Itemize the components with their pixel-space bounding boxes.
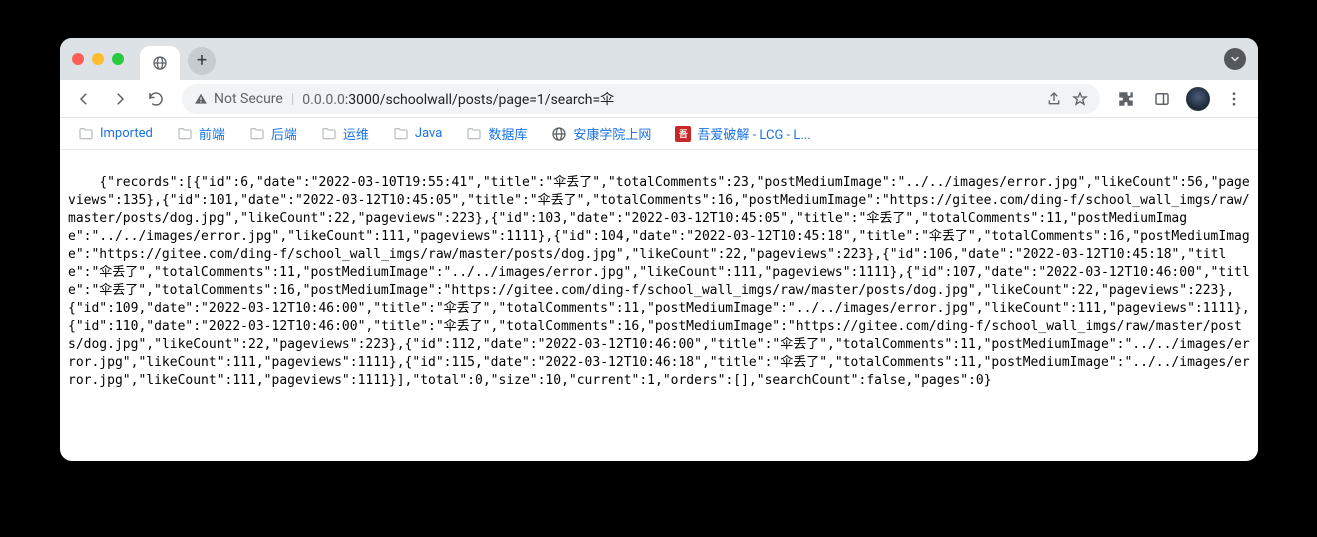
menu-button[interactable] bbox=[1218, 83, 1250, 115]
arrow-right-icon bbox=[111, 90, 129, 108]
security-indicator[interactable]: Not Secure bbox=[194, 91, 283, 107]
bookmark-label: 吾爱破解 - LCG - L... bbox=[697, 124, 810, 143]
reload-icon bbox=[147, 90, 165, 108]
bookmark-label: Imported bbox=[100, 126, 153, 141]
chevron-down-icon bbox=[1229, 53, 1241, 65]
side-panel-button[interactable] bbox=[1146, 83, 1178, 115]
folder-icon bbox=[393, 126, 409, 142]
bookmark-label: 前端 bbox=[199, 124, 225, 143]
folder-icon bbox=[321, 126, 337, 142]
bookmark-item[interactable]: 前端 bbox=[167, 120, 235, 147]
tab-strip: + bbox=[60, 38, 1258, 80]
folder-icon bbox=[466, 126, 482, 142]
not-secure-label: Not Secure bbox=[214, 91, 283, 107]
bookmark-label: 后端 bbox=[271, 124, 297, 143]
kebab-icon bbox=[1225, 90, 1243, 108]
address-bar[interactable]: Not Secure | 0.0.0.0:3000/schoolwall/pos… bbox=[182, 84, 1100, 114]
browser-toolbar: Not Secure | 0.0.0.0:3000/schoolwall/pos… bbox=[60, 80, 1258, 118]
bookmarks-bar: Imported前端后端运维Java数据库安康学院上网吾吾爱破解 - LCG -… bbox=[60, 118, 1258, 150]
plus-icon: + bbox=[197, 52, 207, 70]
bookmark-item[interactable]: Java bbox=[383, 122, 452, 146]
back-button[interactable] bbox=[68, 83, 100, 115]
window-minimize-button[interactable] bbox=[92, 53, 104, 65]
bookmark-label: 安康学院上网 bbox=[573, 124, 651, 143]
profile-button[interactable] bbox=[1182, 83, 1214, 115]
bookmark-item[interactable]: 吾吾爱破解 - LCG - L... bbox=[665, 120, 820, 147]
globe-icon bbox=[152, 55, 168, 71]
tab-search-button[interactable] bbox=[1224, 48, 1246, 70]
folder-icon bbox=[78, 126, 94, 142]
globe-icon bbox=[551, 126, 567, 142]
reload-button[interactable] bbox=[140, 83, 172, 115]
folder-icon bbox=[177, 126, 193, 142]
page-body: {"records":[{"id":6,"date":"2022-03-10T1… bbox=[60, 150, 1258, 461]
avatar-icon bbox=[1186, 87, 1210, 111]
json-response-text[interactable]: {"records":[{"id":6,"date":"2022-03-10T1… bbox=[68, 175, 1250, 388]
bookmark-item[interactable]: 后端 bbox=[239, 120, 307, 147]
bookmark-item[interactable]: 运维 bbox=[311, 120, 379, 147]
share-icon[interactable] bbox=[1046, 91, 1062, 107]
bookmark-item[interactable]: 安康学院上网 bbox=[541, 120, 661, 147]
star-icon[interactable] bbox=[1072, 91, 1088, 107]
bookmark-label: 数据库 bbox=[488, 124, 527, 143]
arrow-left-icon bbox=[75, 90, 93, 108]
new-tab-button[interactable]: + bbox=[188, 47, 216, 75]
window-close-button[interactable] bbox=[72, 53, 84, 65]
url-text: 0.0.0.0:3000/schoolwall/posts/page=1/sea… bbox=[302, 89, 1038, 109]
bookmark-item[interactable]: Imported bbox=[68, 122, 163, 146]
site-favicon: 吾 bbox=[675, 126, 691, 142]
bookmark-label: 运维 bbox=[343, 124, 369, 143]
folder-icon bbox=[249, 126, 265, 142]
window-zoom-button[interactable] bbox=[112, 53, 124, 65]
panel-icon bbox=[1153, 90, 1171, 108]
extensions-button[interactable] bbox=[1110, 83, 1142, 115]
window-traffic-lights bbox=[72, 53, 124, 65]
forward-button[interactable] bbox=[104, 83, 136, 115]
warning-icon bbox=[194, 92, 208, 106]
browser-tab[interactable] bbox=[140, 46, 180, 80]
separator: | bbox=[291, 91, 294, 107]
browser-window: + Not Secure | 0.0.0.0:3000/schoolwall/p… bbox=[60, 38, 1258, 461]
bookmark-label: Java bbox=[415, 126, 442, 141]
puzzle-icon bbox=[1117, 90, 1135, 108]
bookmark-item[interactable]: 数据库 bbox=[456, 120, 537, 147]
